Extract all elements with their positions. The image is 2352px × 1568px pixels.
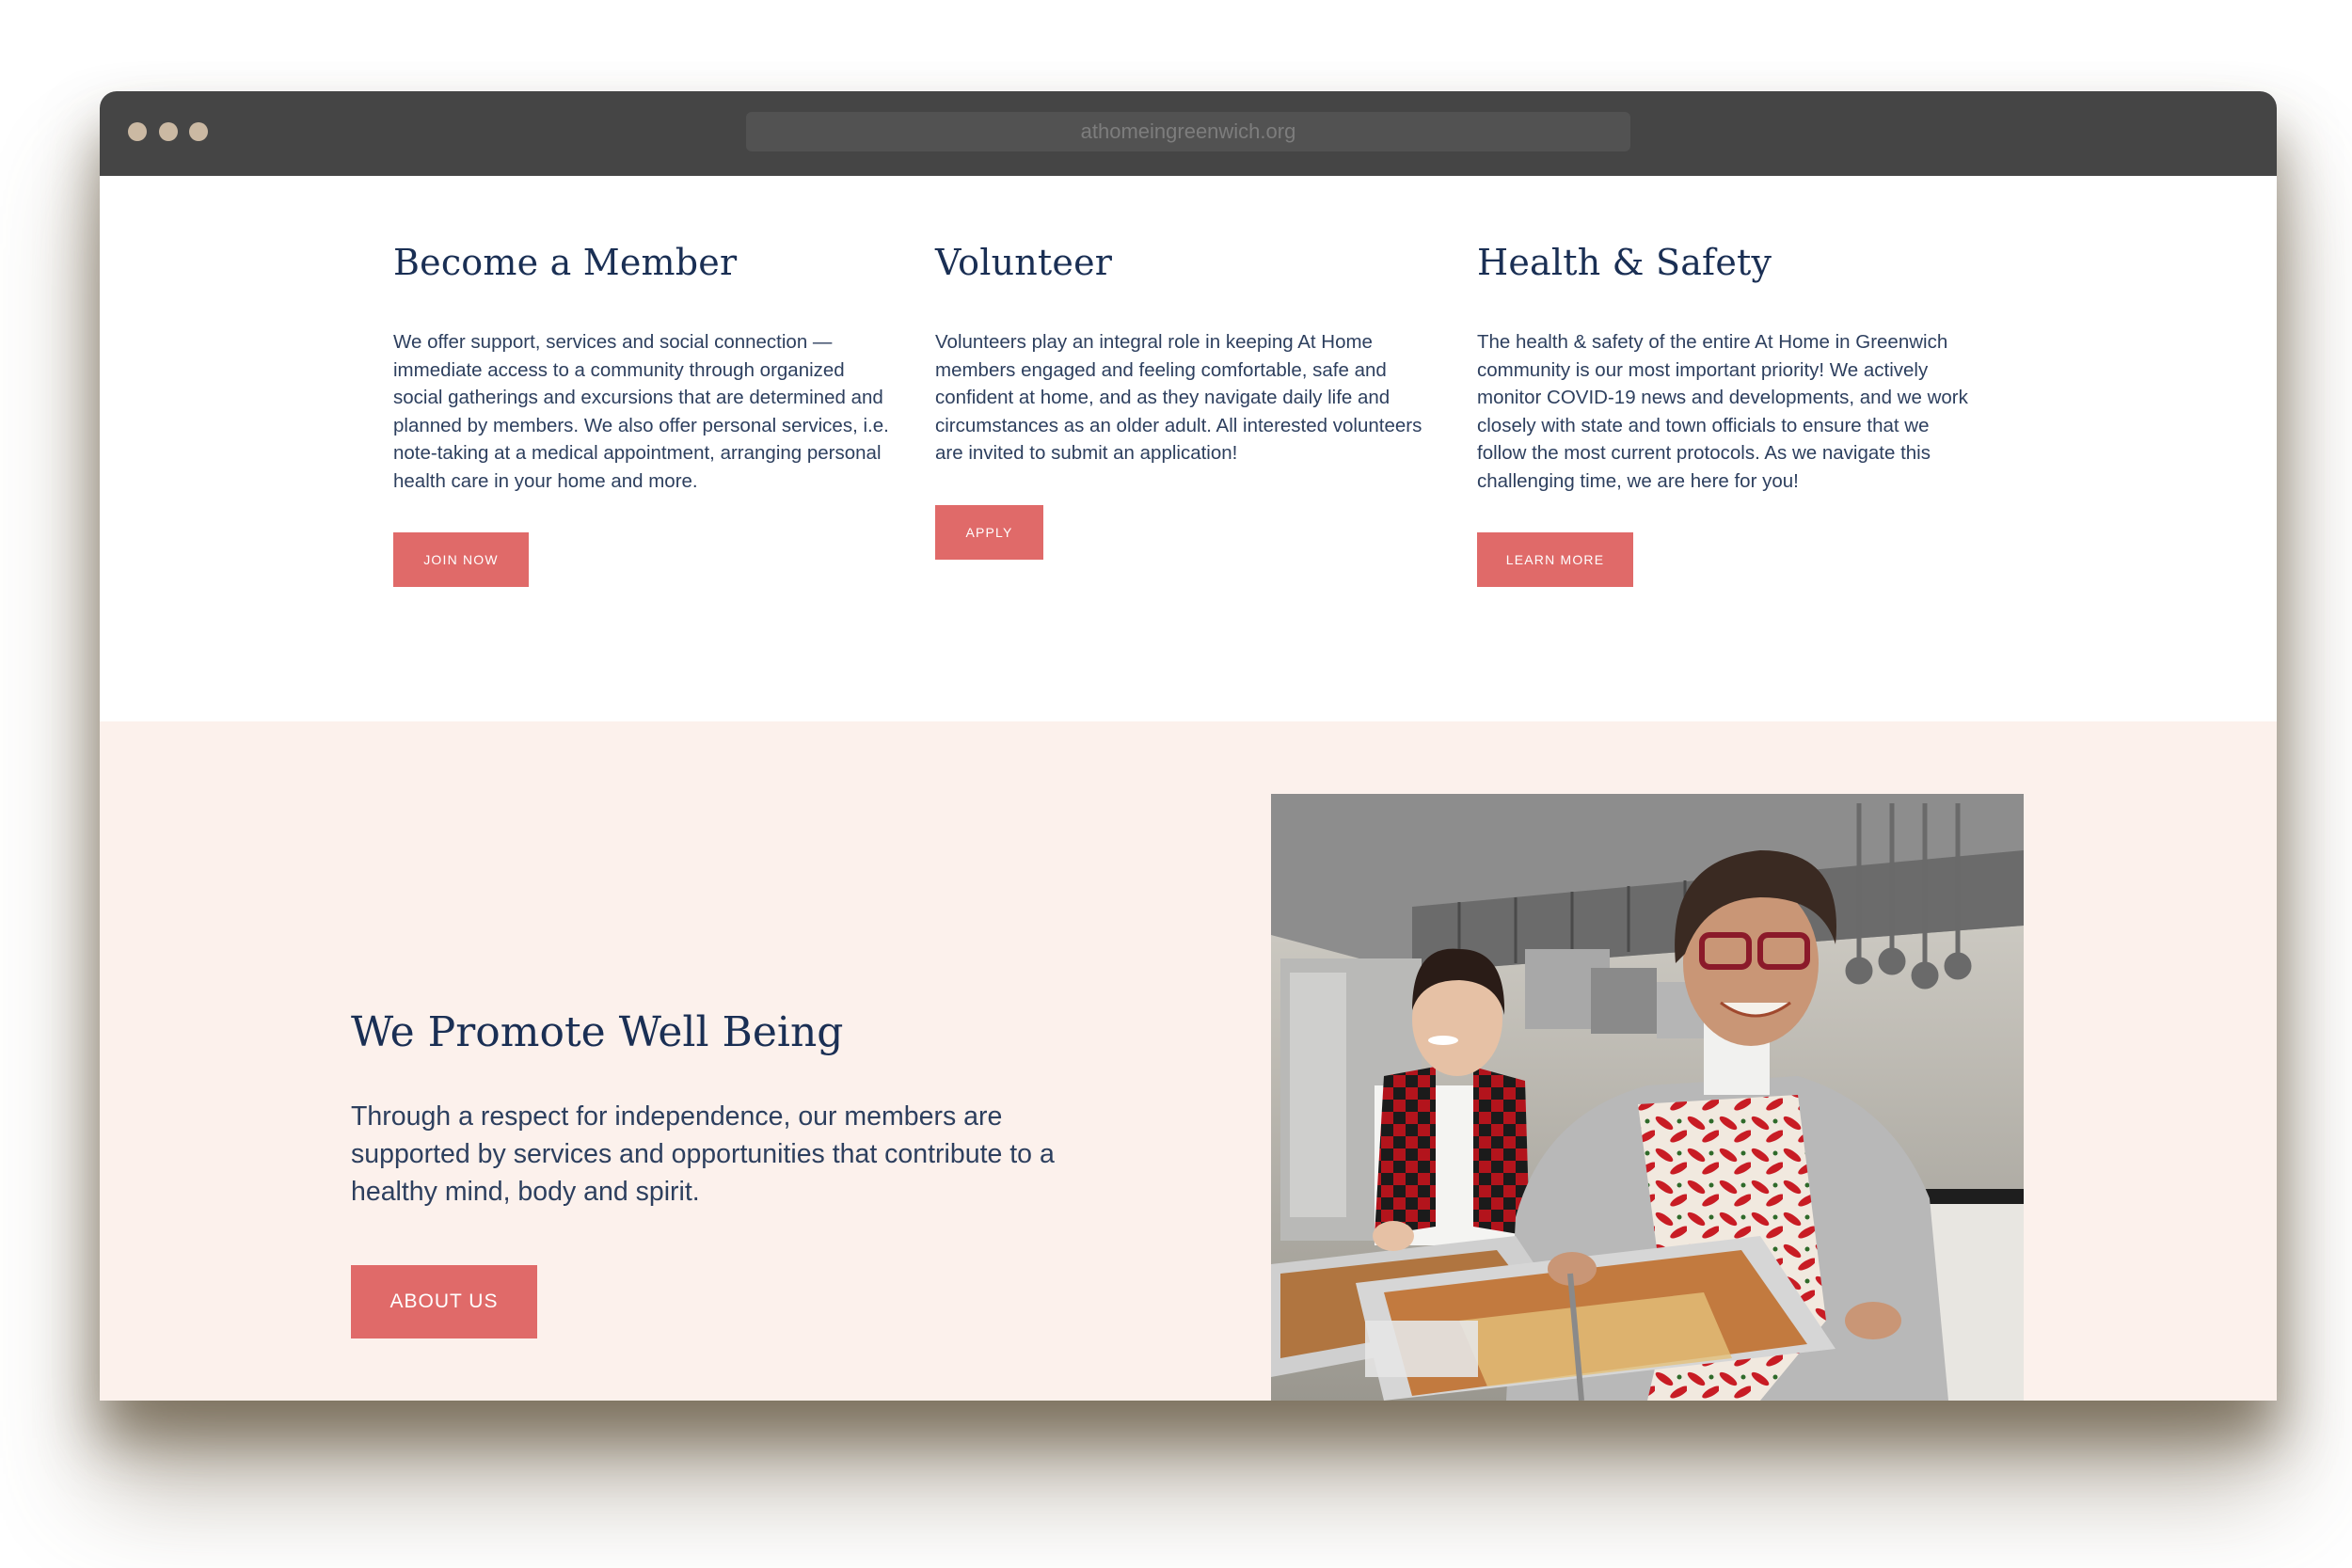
card-health-safety: Health & Safety The health & safety of t… (1477, 242, 1976, 587)
card-text: Volunteers play an integral role in keep… (935, 331, 1422, 464)
card-title: Become a Member (393, 242, 738, 283)
card-become-member: Become a Member We offer support, servic… (393, 242, 892, 587)
card-title: Volunteer (935, 242, 1113, 283)
browser-window: athomeingreenwich.org Become a Member We… (100, 91, 2277, 1401)
learn-more-button[interactable]: LEARN MORE (1477, 532, 1633, 587)
card-title: Health & Safety (1477, 242, 1772, 283)
kitchen-volunteers-photo (1271, 794, 2024, 1401)
window-maximize-dot[interactable] (189, 122, 208, 141)
join-now-button[interactable]: JOIN NOW (393, 532, 529, 587)
photo-illustration (1271, 794, 2024, 1401)
apply-button[interactable]: APPLY (935, 504, 1043, 560)
window-close-dot[interactable] (128, 122, 147, 141)
window-minimize-dot[interactable] (159, 122, 178, 141)
card-text: We offer support, services and social co… (393, 331, 889, 492)
card-volunteer: Volunteer Volunteers play an integral ro… (935, 242, 1434, 560)
card-text: The health & safety of the entire At Hom… (1477, 331, 1968, 492)
browser-chrome: athomeingreenwich.org (100, 91, 2277, 178)
section-text: Through a respect for independence, our … (351, 1101, 1055, 1207)
page-content: Become a Member We offer support, servic… (100, 176, 2277, 1401)
about-us-button[interactable]: ABOUT US (351, 1265, 537, 1338)
wellbeing-section: We Promote Well Being Through a respect … (100, 721, 2277, 1401)
section-title: We Promote Well Being (351, 1008, 844, 1056)
address-bar[interactable]: athomeingreenwich.org (746, 112, 1630, 151)
